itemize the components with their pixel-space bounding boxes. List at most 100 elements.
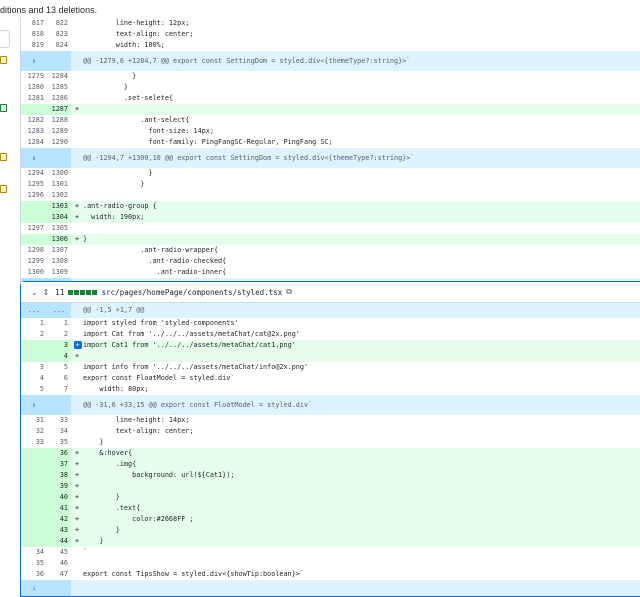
- hunk-header: ... ... @@ -1,5 +1,7 @@: [21, 303, 640, 318]
- old-line-number[interactable]: [21, 448, 47, 459]
- old-line-number[interactable]: 33: [21, 437, 47, 448]
- new-line-number[interactable]: 1301: [47, 179, 71, 190]
- file-tree-toggle[interactable]: [0, 30, 10, 48]
- new-line-number[interactable]: 38: [47, 470, 71, 481]
- new-line-number[interactable]: 1304: [47, 212, 71, 223]
- new-line-number[interactable]: 1305: [47, 223, 71, 234]
- expand-icon[interactable]: ⇕: [21, 148, 47, 168]
- new-line-number[interactable]: 1309: [47, 267, 71, 278]
- old-line-number[interactable]: 34: [21, 547, 47, 558]
- new-line-number[interactable]: 824: [47, 40, 71, 51]
- new-line-number[interactable]: 36: [47, 448, 71, 459]
- expand-icon[interactable]: ⇕: [21, 395, 47, 415]
- old-line-number[interactable]: 3: [21, 362, 47, 373]
- old-line-number[interactable]: [21, 351, 47, 362]
- new-line-number[interactable]: 37: [47, 459, 71, 470]
- old-line-number[interactable]: 1284: [21, 137, 47, 148]
- new-line-number[interactable]: 44: [47, 536, 71, 547]
- chevron-down-icon[interactable]: ⌄: [31, 288, 41, 297]
- old-line-number[interactable]: 1294: [21, 168, 47, 179]
- new-line-number[interactable]: 33: [47, 415, 71, 426]
- new-line-number[interactable]: 43: [47, 525, 71, 536]
- old-line-number[interactable]: [21, 503, 47, 514]
- old-line-number[interactable]: 1280: [21, 82, 47, 93]
- new-line-number[interactable]: 822: [47, 18, 71, 29]
- plus-icon[interactable]: +: [73, 341, 82, 349]
- new-line-number[interactable]: 35: [47, 437, 71, 448]
- old-line-number[interactable]: 1298: [21, 245, 47, 256]
- old-line-number[interactable]: 2: [21, 329, 47, 340]
- old-line-number[interactable]: 31: [21, 415, 47, 426]
- new-line-number[interactable]: 7: [47, 384, 71, 395]
- new-line-number[interactable]: 4: [47, 351, 71, 362]
- new-line-number[interactable]: 823: [47, 29, 71, 40]
- new-line-number[interactable]: 1: [47, 318, 71, 329]
- new-line-number[interactable]: 1307: [47, 245, 71, 256]
- old-line-number[interactable]: 818: [21, 29, 47, 40]
- new-line-number[interactable]: 42: [47, 514, 71, 525]
- new-line-number[interactable]: 1286: [47, 93, 71, 104]
- code-text: text-align: center;: [83, 30, 194, 38]
- new-line-number[interactable]: 3: [47, 340, 71, 351]
- new-line-number[interactable]: 39: [47, 481, 71, 492]
- old-line-number[interactable]: 5: [21, 384, 47, 395]
- expand-up-button[interactable]: ...: [21, 303, 47, 318]
- expand-down-row[interactable]: ⇣: [21, 580, 640, 596]
- new-line-number[interactable]: 1285: [47, 82, 71, 93]
- old-line-number[interactable]: [21, 470, 47, 481]
- old-line-number[interactable]: 4: [21, 373, 47, 384]
- old-line-number[interactable]: [21, 492, 47, 503]
- new-line-number[interactable]: 40: [47, 492, 71, 503]
- old-line-number[interactable]: 1283: [21, 126, 47, 137]
- old-line-number[interactable]: [21, 340, 47, 351]
- old-line-number[interactable]: [21, 104, 47, 115]
- old-line-number[interactable]: 1295: [21, 179, 47, 190]
- new-line-number[interactable]: 46: [47, 558, 71, 569]
- old-line-number[interactable]: [21, 536, 47, 547]
- old-line-number[interactable]: 1282: [21, 115, 47, 126]
- old-line-number[interactable]: [21, 481, 47, 492]
- new-line-number[interactable]: 5: [47, 362, 71, 373]
- old-line-number[interactable]: [21, 459, 47, 470]
- old-line-number[interactable]: 1297: [21, 223, 47, 234]
- new-line-number[interactable]: 1290: [47, 137, 71, 148]
- old-line-number[interactable]: [21, 525, 47, 536]
- old-line-number[interactable]: 32: [21, 426, 47, 437]
- new-line-number[interactable]: 1306: [47, 234, 71, 245]
- new-line-number[interactable]: 1300: [47, 168, 71, 179]
- old-line-number[interactable]: [21, 201, 47, 212]
- new-line-number[interactable]: 1308: [47, 256, 71, 267]
- old-line-number[interactable]: 35: [21, 558, 47, 569]
- expand-icon[interactable]: ⇕: [41, 288, 51, 297]
- context-line: 31 33 line-height: 14px;: [21, 415, 640, 426]
- expand-icon[interactable]: ⇣: [21, 580, 47, 596]
- old-line-number[interactable]: 1281: [21, 93, 47, 104]
- old-line-number[interactable]: 817: [21, 18, 47, 29]
- new-line-number[interactable]: 41: [47, 503, 71, 514]
- new-line-number[interactable]: 1289: [47, 126, 71, 137]
- new-line-number[interactable]: 1284: [47, 71, 71, 82]
- copy-icon[interactable]: ⧉: [286, 287, 292, 297]
- old-line-number[interactable]: [21, 514, 47, 525]
- diff-sign: [71, 267, 83, 278]
- old-line-number[interactable]: [21, 234, 47, 245]
- new-line-number[interactable]: 1287: [47, 104, 71, 115]
- code-text: width: 190px;: [83, 212, 640, 223]
- new-line-number[interactable]: 34: [47, 426, 71, 437]
- old-line-number[interactable]: 1299: [21, 256, 47, 267]
- file-path[interactable]: src/pages/homePage/components/styled.tsx: [102, 288, 283, 297]
- old-line-number[interactable]: 819: [21, 40, 47, 51]
- old-line-number[interactable]: 1: [21, 318, 47, 329]
- old-line-number[interactable]: 1279: [21, 71, 47, 82]
- old-line-number[interactable]: [21, 212, 47, 223]
- new-line-number[interactable]: 45: [47, 547, 71, 558]
- new-line-number[interactable]: 1288: [47, 115, 71, 126]
- old-line-number[interactable]: 1300: [21, 267, 47, 278]
- new-line-number[interactable]: 6: [47, 373, 71, 384]
- new-line-number[interactable]: 2: [47, 329, 71, 340]
- expand-icon[interactable]: ⇕: [21, 51, 47, 71]
- new-line-number[interactable]: 1302: [47, 190, 71, 201]
- new-line-number[interactable]: 1303: [47, 201, 71, 212]
- old-line-number[interactable]: 1296: [21, 190, 47, 201]
- expand-up-button-right[interactable]: ...: [47, 303, 71, 318]
